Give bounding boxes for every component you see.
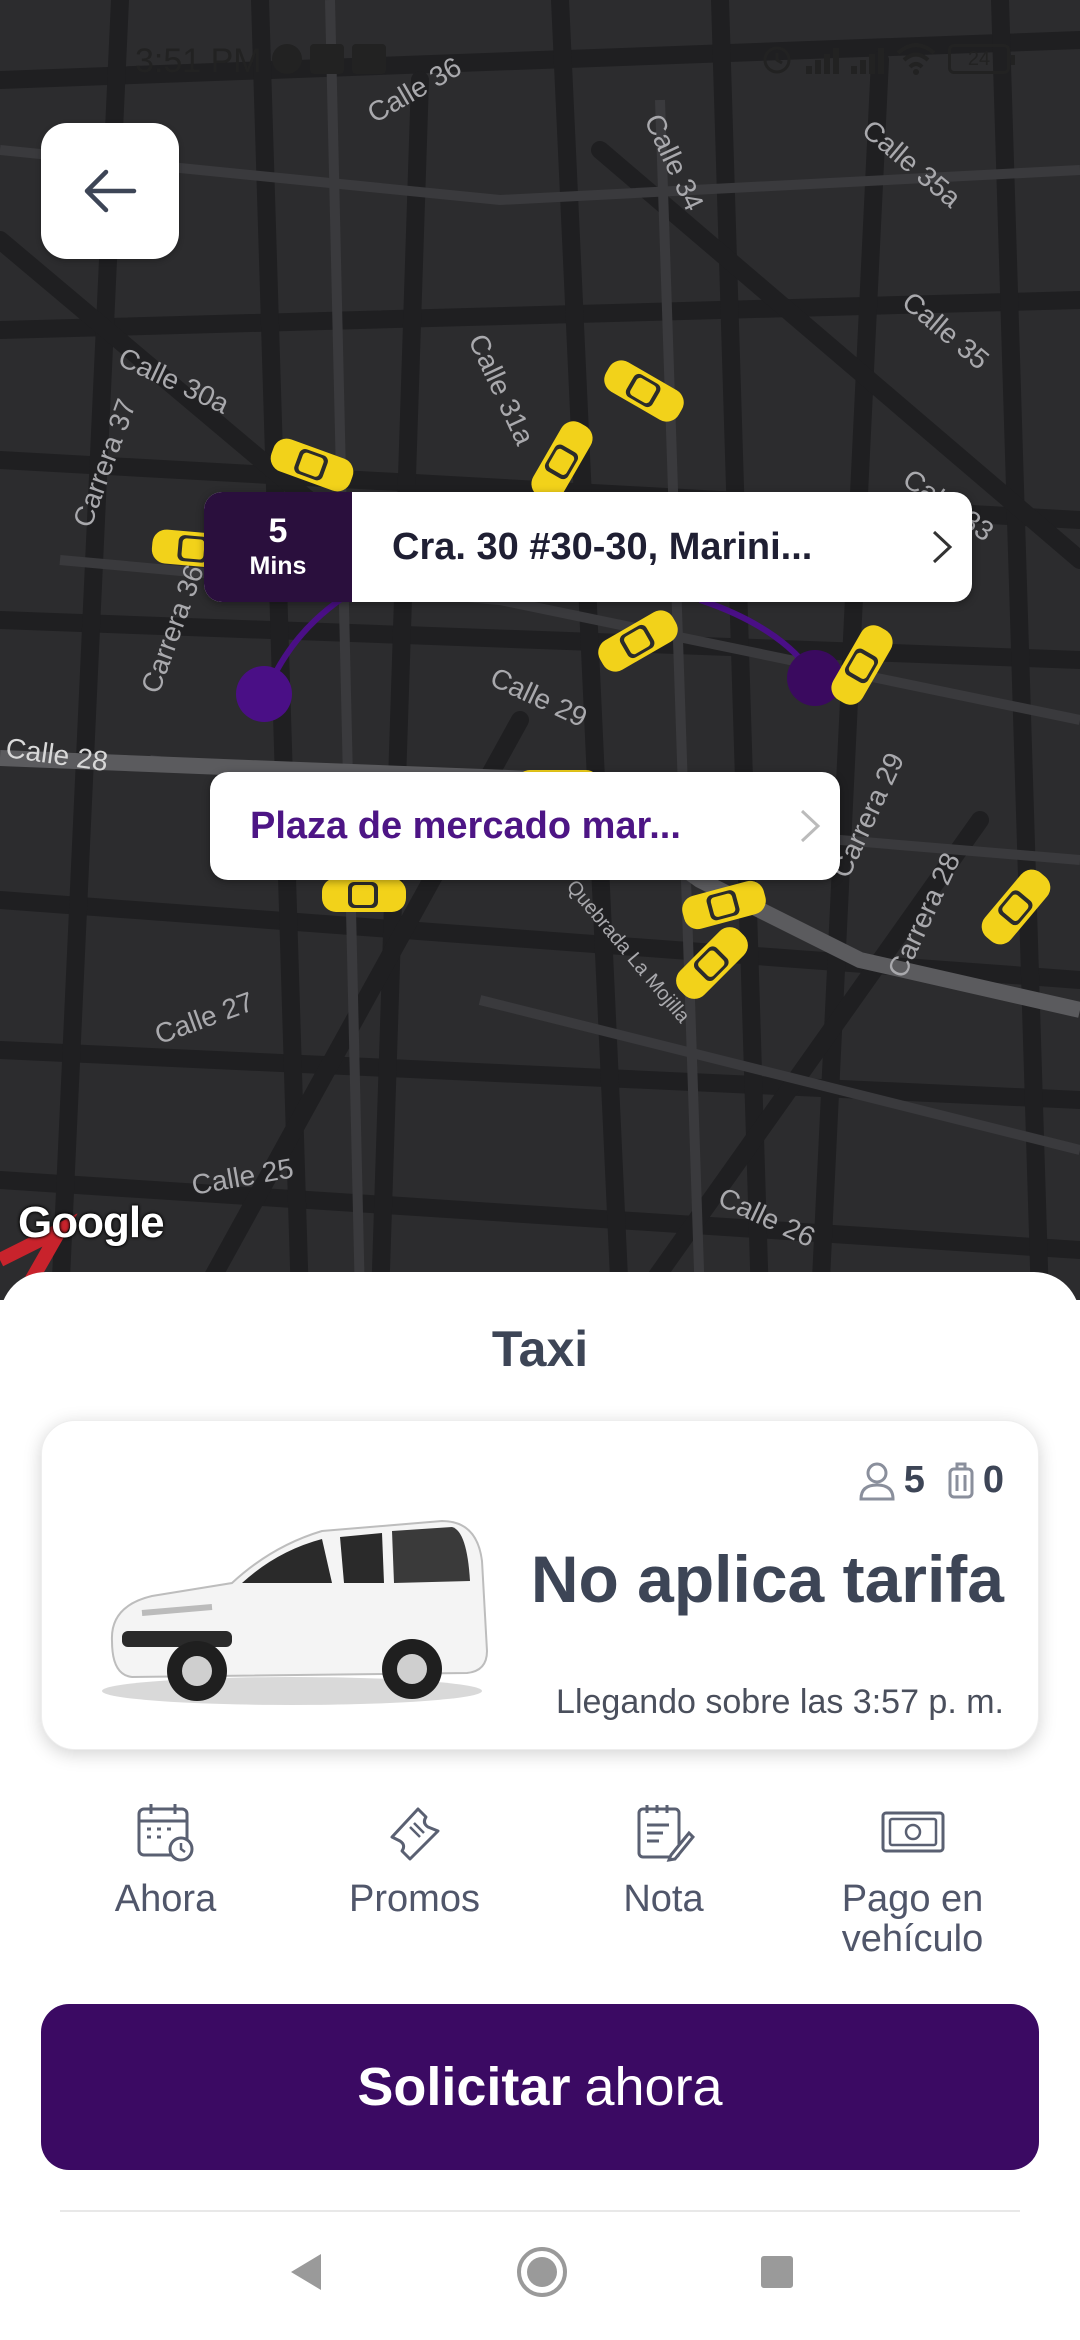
note-edit-icon <box>629 1797 699 1867</box>
eta-unit: Mins <box>249 552 307 580</box>
origin-chip[interactable]: Plaza de mercado mar... <box>210 772 840 880</box>
origin-address: Plaza de mercado mar... <box>250 804 681 847</box>
service-title: Taxi <box>491 1321 589 1377</box>
battery-icon: 24 <box>948 44 1015 74</box>
notification-icons <box>272 44 386 74</box>
back-button[interactable] <box>41 123 179 259</box>
van-image <box>102 1519 489 1705</box>
cash-icon <box>878 1797 948 1867</box>
request-button[interactable]: Solicitar ahora <box>41 2004 1039 2170</box>
option-label: Nota <box>623 1878 704 1920</box>
option-label: Promos <box>349 1878 480 1920</box>
ticket-icon <box>380 1797 450 1867</box>
google-logo: Google <box>18 1198 165 1247</box>
passenger-count: 5 <box>903 1459 925 1501</box>
option-label: Pago en vehículo <box>841 1878 984 1960</box>
alarm-icon <box>763 46 791 74</box>
request-label-light: ahora <box>584 2057 723 2117</box>
luggage-count: 0 <box>982 1459 1004 1501</box>
eta-badge: 5 Mins <box>204 492 352 602</box>
teams-icon <box>310 44 344 74</box>
system-icons: 24 <box>760 42 1015 76</box>
request-label-bold: Solicitar <box>357 2057 571 2117</box>
bottom-sheet: Taxi 5 0 No aplica tarifa Llegando sobre… <box>0 1272 1080 2340</box>
destination-address: Cra. 30 #30-30, Marini... <box>392 525 813 568</box>
wifi-icon <box>896 43 936 75</box>
message-icon <box>272 44 302 74</box>
option-label: Ahora <box>114 1878 217 1920</box>
signal-icon <box>806 44 839 74</box>
nav-back-icon[interactable] <box>285 2250 325 2294</box>
option-schedule[interactable]: Ahora <box>41 1797 290 1977</box>
passenger-capacity: 5 <box>858 1459 925 1502</box>
arrival-time: Llegando sobre las 3:57 p. m. <box>556 1683 1004 1721</box>
divider <box>60 2210 1020 2212</box>
status-bar: 3:51 PM 24 <box>0 0 1080 110</box>
system-nav-bar <box>0 2222 1080 2322</box>
eta-value: 5 <box>268 512 288 550</box>
status-time: 3:51 PM <box>135 42 262 80</box>
teams-icon <box>352 44 386 74</box>
nav-recents-icon[interactable] <box>759 2254 795 2290</box>
luggage-capacity: 0 <box>947 1459 1004 1502</box>
fare-label: No aplica tarifa <box>530 1542 1004 1616</box>
luggage-icon <box>948 1462 974 1498</box>
option-promos[interactable]: Promos <box>290 1797 539 1977</box>
destination-chip[interactable]: 5 Mins Cra. 30 #30-30, Marini... <box>204 492 972 602</box>
ride-options: Ahora Promos Nota Pago en vehículo <box>41 1797 1039 1977</box>
option-payment[interactable]: Pago en vehículo <box>788 1797 1037 1977</box>
chevron-right-icon <box>780 808 840 844</box>
person-icon <box>859 1462 895 1500</box>
chevron-right-icon <box>912 492 972 602</box>
signal-icon <box>851 44 884 74</box>
nav-home-icon[interactable] <box>515 2245 569 2299</box>
calendar-clock-icon <box>131 1797 201 1867</box>
capacity-row: 5 0 <box>858 1459 1004 1502</box>
arrow-left-icon <box>84 169 137 213</box>
vehicle-card[interactable]: 5 0 No aplica tarifa Llegando sobre las … <box>41 1420 1039 1750</box>
option-note[interactable]: Nota <box>539 1797 788 1977</box>
